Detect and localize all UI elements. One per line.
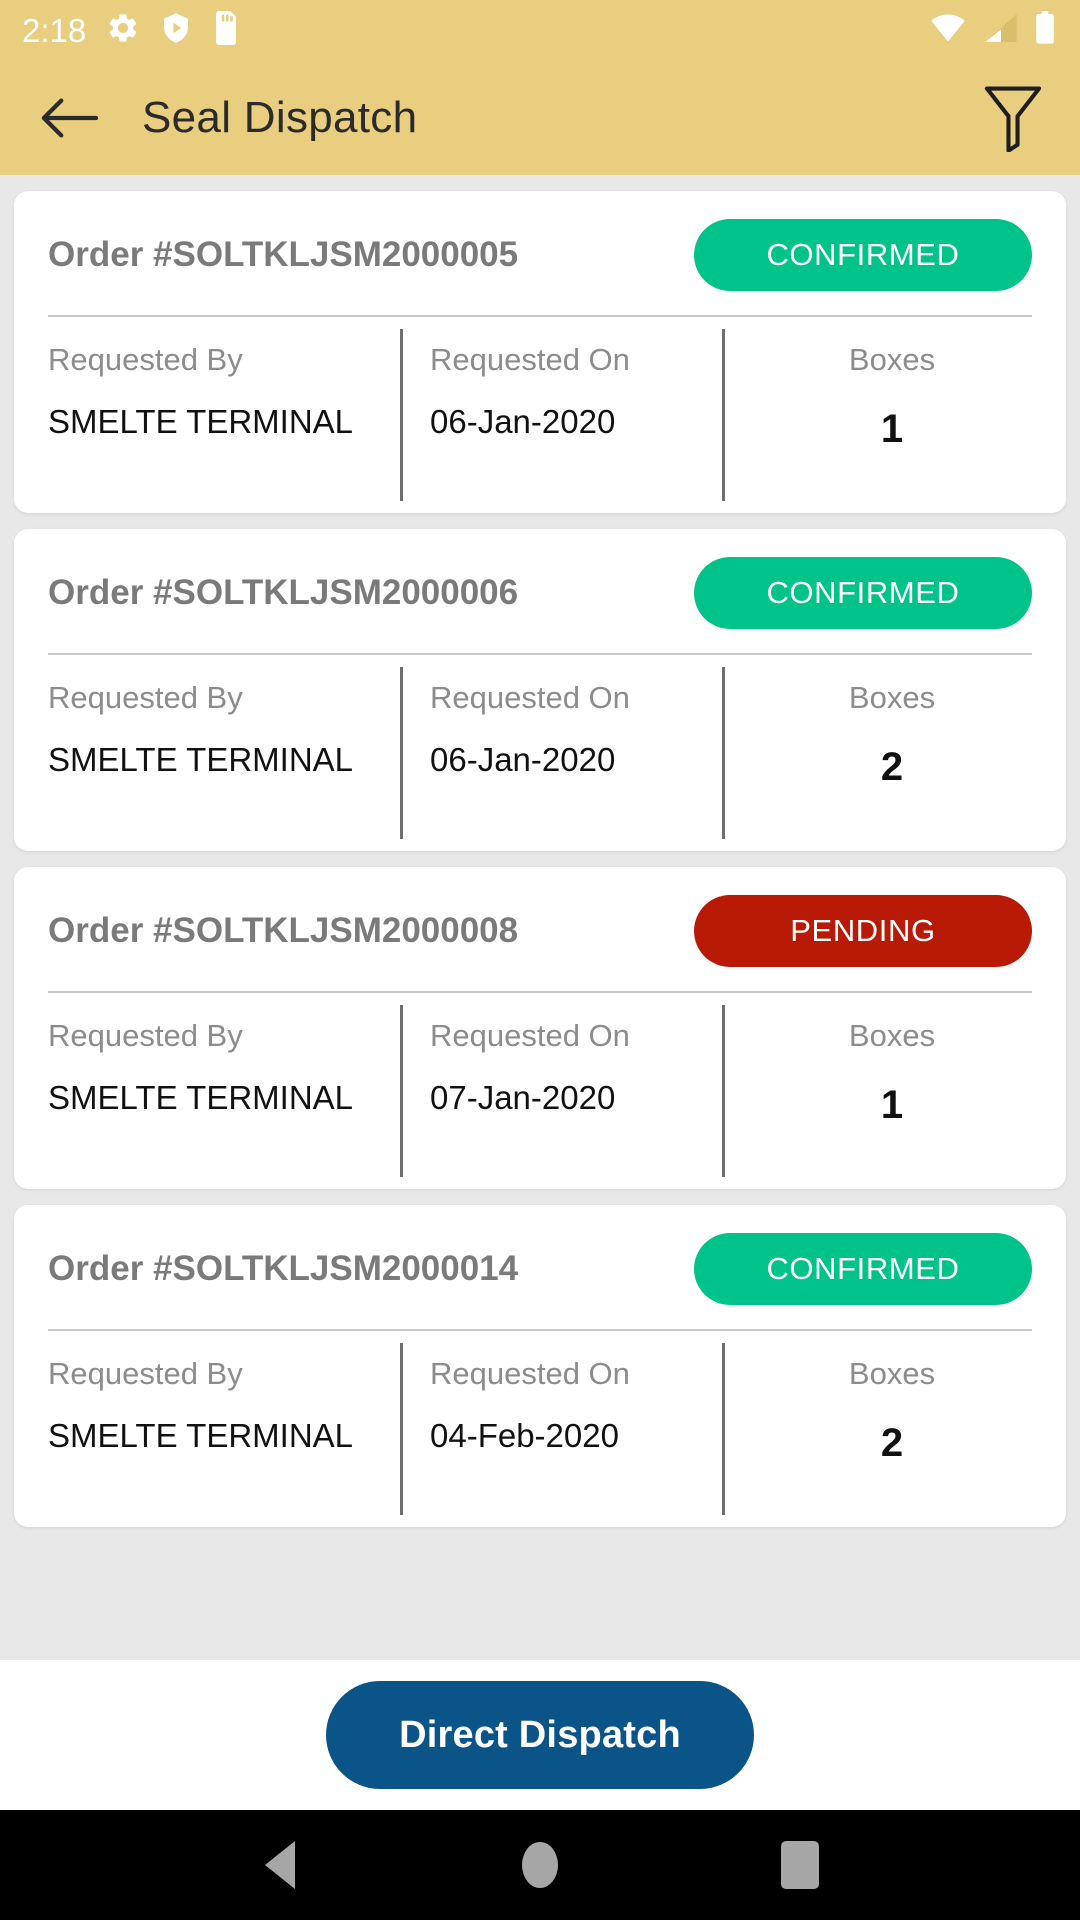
value-requested-on: 04-Feb-2020 bbox=[430, 1417, 619, 1455]
nav-back-button[interactable] bbox=[235, 1820, 325, 1910]
status-badge[interactable]: CONFIRMED bbox=[694, 1233, 1032, 1305]
value-boxes: 1 bbox=[880, 407, 904, 452]
battery-icon bbox=[1034, 10, 1056, 50]
label-requested-by: Requested By bbox=[48, 342, 243, 377]
funnel-filter-icon bbox=[984, 85, 1042, 152]
order-card-body: Requested By SMELTE TERMINAL Requested On 0… bbox=[14, 317, 1066, 513]
page-title: Seal Dispatch bbox=[142, 92, 418, 142]
label-boxes: Boxes bbox=[848, 1356, 936, 1391]
column-boxes: Boxes 1 bbox=[722, 317, 1032, 513]
value-requested-on: 06-Jan-2020 bbox=[430, 403, 616, 441]
nav-home-button[interactable] bbox=[495, 1820, 585, 1910]
label-requested-on: Requested On bbox=[430, 1018, 630, 1053]
value-requested-by: SMELTE TERMINAL bbox=[48, 1417, 354, 1455]
label-requested-on: Requested On bbox=[430, 1356, 630, 1391]
sd-card-icon bbox=[212, 10, 240, 50]
value-requested-by: SMELTE TERMINAL bbox=[48, 1079, 354, 1117]
label-requested-by: Requested By bbox=[48, 1356, 243, 1391]
status-badge[interactable]: CONFIRMED bbox=[694, 557, 1032, 629]
order-card-body: Requested By SMELTE TERMINAL Requested On 0… bbox=[14, 655, 1066, 851]
column-boxes: Boxes 2 bbox=[722, 655, 1032, 851]
filter-button[interactable] bbox=[970, 75, 1056, 161]
column-boxes: Boxes 1 bbox=[722, 993, 1032, 1189]
label-boxes: Boxes bbox=[848, 342, 936, 377]
order-list[interactable]: Order #SOLTKLJSM2000005 CONFIRMED Requeste… bbox=[0, 175, 1080, 1660]
column-requested-by: Requested By SMELTE TERMINAL bbox=[48, 993, 400, 1189]
order-card[interactable]: Order #SOLTKLJSM2000014 CONFIRMED Requeste… bbox=[14, 1205, 1066, 1527]
label-requested-by: Requested By bbox=[48, 680, 243, 715]
nav-home-icon bbox=[522, 1842, 558, 1888]
signal-icon bbox=[982, 12, 1020, 49]
android-navigation-bar bbox=[0, 1810, 1080, 1920]
order-id: Order #SOLTKLJSM2000005 bbox=[48, 235, 519, 274]
wifi-icon bbox=[928, 12, 968, 49]
bottom-action-bar: Direct Dispatch bbox=[0, 1660, 1080, 1810]
order-id: Order #SOLTKLJSM2000014 bbox=[48, 1249, 519, 1288]
app-bar: Seal Dispatch bbox=[0, 60, 1080, 175]
column-requested-on: Requested On 04-Feb-2020 bbox=[400, 1331, 722, 1527]
direct-dispatch-button[interactable]: Direct Dispatch bbox=[326, 1681, 754, 1789]
column-requested-on: Requested On 07-Jan-2020 bbox=[400, 993, 722, 1189]
gear-icon bbox=[106, 11, 140, 50]
order-card[interactable]: Order #SOLTKLJSM2000006 CONFIRMED Requeste… bbox=[14, 529, 1066, 851]
status-bar: 2:18 bbox=[0, 0, 1080, 60]
nav-back-icon bbox=[265, 1841, 295, 1889]
value-boxes: 1 bbox=[880, 1083, 904, 1128]
column-boxes: Boxes 2 bbox=[722, 1331, 1032, 1527]
status-badge[interactable]: PENDING bbox=[694, 895, 1032, 967]
back-button[interactable] bbox=[34, 83, 104, 153]
status-bar-left: 2:18 bbox=[22, 10, 240, 50]
column-requested-by: Requested By SMELTE TERMINAL bbox=[48, 1331, 400, 1527]
label-requested-on: Requested On bbox=[430, 342, 630, 377]
order-id: Order #SOLTKLJSM2000006 bbox=[48, 573, 519, 612]
column-requested-on: Requested On 06-Jan-2020 bbox=[400, 317, 722, 513]
status-badge[interactable]: CONFIRMED bbox=[694, 219, 1032, 291]
nav-recent-apps-button[interactable] bbox=[755, 1820, 845, 1910]
order-card[interactable]: Order #SOLTKLJSM2000008 PENDING Requested … bbox=[14, 867, 1066, 1189]
nav-recent-apps-icon bbox=[781, 1841, 819, 1889]
label-boxes: Boxes bbox=[848, 1018, 936, 1053]
status-bar-clock: 2:18 bbox=[22, 11, 87, 49]
order-card-body: Requested By SMELTE TERMINAL Requested On 0… bbox=[14, 1331, 1066, 1527]
column-requested-by: Requested By SMELTE TERMINAL bbox=[48, 317, 400, 513]
order-card-body: Requested By SMELTE TERMINAL Requested On 0… bbox=[14, 993, 1066, 1189]
back-arrow-icon bbox=[41, 97, 98, 138]
label-boxes: Boxes bbox=[848, 680, 936, 715]
label-requested-on: Requested On bbox=[430, 680, 630, 715]
shield-play-icon bbox=[160, 11, 192, 50]
value-requested-on: 06-Jan-2020 bbox=[430, 741, 616, 779]
label-requested-by: Requested By bbox=[48, 1018, 243, 1053]
order-id: Order #SOLTKLJSM2000008 bbox=[48, 911, 519, 950]
order-card-header: Order #SOLTKLJSM2000006 CONFIRMED bbox=[14, 529, 1066, 653]
value-boxes: 2 bbox=[880, 1421, 904, 1466]
value-requested-on: 07-Jan-2020 bbox=[430, 1079, 616, 1117]
column-requested-by: Requested By SMELTE TERMINAL bbox=[48, 655, 400, 851]
order-card-header: Order #SOLTKLJSM2000008 PENDING bbox=[14, 867, 1066, 991]
value-requested-by: SMELTE TERMINAL bbox=[48, 741, 354, 779]
order-card-header: Order #SOLTKLJSM2000005 CONFIRMED bbox=[14, 191, 1066, 315]
order-card[interactable]: Order #SOLTKLJSM2000005 CONFIRMED Requeste… bbox=[14, 191, 1066, 513]
value-boxes: 2 bbox=[880, 745, 904, 790]
order-card-header: Order #SOLTKLJSM2000014 CONFIRMED bbox=[14, 1205, 1066, 1329]
column-requested-on: Requested On 06-Jan-2020 bbox=[400, 655, 722, 851]
value-requested-by: SMELTE TERMINAL bbox=[48, 403, 354, 441]
status-bar-right bbox=[928, 0, 1056, 60]
